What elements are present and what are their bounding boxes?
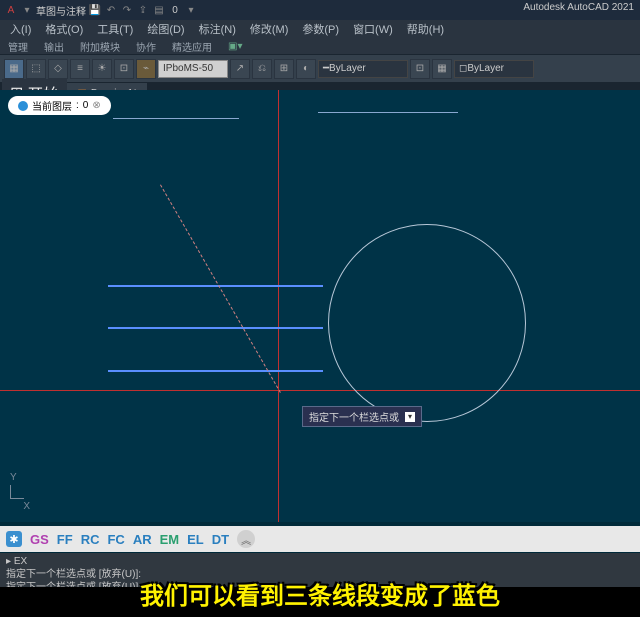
layer-pill[interactable]: 当前图层 : 0 ⊗ bbox=[8, 96, 111, 115]
menu-draw[interactable]: 绘图(D) bbox=[141, 20, 190, 38]
menu-params[interactable]: 参数(P) bbox=[296, 20, 345, 38]
app-icon[interactable]: A bbox=[4, 3, 18, 17]
menu-insert[interactable]: 入(I) bbox=[4, 20, 37, 38]
ribbon-icon-11[interactable]: ▦ bbox=[432, 59, 452, 79]
dynamic-input-tooltip: 指定下一个栏选点或 ▾ bbox=[302, 406, 422, 427]
tab-addons[interactable]: 附加模块 bbox=[76, 39, 124, 54]
linetype-combo[interactable]: IPboMS-50 bbox=[158, 60, 228, 78]
ucs-icon: Y X bbox=[10, 472, 30, 512]
layer-pill-label: 当前图层 bbox=[32, 98, 72, 113]
circle-entity bbox=[328, 224, 526, 422]
ribbon-icon-7[interactable]: ⎌ bbox=[252, 59, 272, 79]
qat-chevron-icon[interactable]: ▾ bbox=[184, 3, 198, 17]
tab-output[interactable]: 输出 bbox=[40, 39, 68, 54]
menu-tools[interactable]: 工具(T) bbox=[91, 20, 139, 38]
ribbon-icon-8[interactable]: ⊞ bbox=[274, 59, 294, 79]
layer-combo-value: ByLayer bbox=[329, 63, 366, 74]
ucs-y-label: Y bbox=[10, 472, 30, 483]
menu-bar: 入(I) 格式(O) 工具(T) 绘图(D) 标注(N) 修改(M) 参数(P)… bbox=[0, 20, 640, 38]
crosshair-vertical bbox=[278, 90, 279, 522]
menu-dimension[interactable]: 标注(N) bbox=[193, 20, 242, 38]
tab-featured[interactable]: 精选应用 bbox=[168, 39, 216, 54]
color-combo[interactable]: ◻ ByLayer bbox=[454, 60, 534, 78]
crosshair-horizontal bbox=[0, 390, 640, 391]
reference-line-top-right bbox=[318, 112, 458, 113]
layer-pill-value: 0 bbox=[83, 100, 89, 111]
history-prompt-icon: ▸ bbox=[6, 556, 11, 567]
layer-props-icon[interactable]: ▦ bbox=[4, 59, 24, 79]
ribbon-icon-10[interactable]: ⊡ bbox=[410, 59, 430, 79]
menu-window[interactable]: 窗口(W) bbox=[347, 20, 399, 38]
cmd-token-fc[interactable]: FC bbox=[107, 532, 124, 547]
selected-line-3 bbox=[108, 370, 323, 372]
title-bar: A ▾ 草图与注释 💾 ↶ ↷ ⇪ ▤ 0 ▾ Autodesk AutoCAD… bbox=[0, 0, 640, 20]
selected-line-1 bbox=[108, 285, 323, 287]
match-props-icon[interactable]: ⌁ bbox=[136, 59, 156, 79]
workspace-label[interactable]: 草图与注释 bbox=[36, 3, 86, 17]
tab-collab[interactable]: 协作 bbox=[132, 39, 160, 54]
ucs-x-label: X bbox=[10, 501, 30, 512]
ribbon-panel: ▦ ⬚ ◇ ≡ ☀ ⊡ ⌁ IPboMS-50 ↗ ⎌ ⊞ ◐ ━ ByLaye… bbox=[0, 54, 640, 82]
cmd-token-ff[interactable]: FF bbox=[57, 532, 73, 547]
ribbon-icon-3[interactable]: ≡ bbox=[70, 59, 90, 79]
qat-number: 0 bbox=[168, 3, 182, 17]
tab-manage[interactable]: 管理 bbox=[4, 39, 32, 54]
cmd-token-rc[interactable]: RC bbox=[81, 532, 100, 547]
cmd-token-gs[interactable]: GS bbox=[30, 532, 49, 547]
undo-icon[interactable]: ↶ bbox=[104, 3, 118, 17]
print-icon[interactable]: ▤ bbox=[152, 3, 166, 17]
menu-dropdown-icon[interactable]: ▾ bbox=[20, 3, 34, 17]
reference-line-top-left bbox=[113, 118, 239, 119]
menu-help[interactable]: 帮助(H) bbox=[401, 20, 450, 38]
cmd-token-el[interactable]: EL bbox=[187, 532, 204, 547]
video-subtitle: 我们可以看到三条线段变成了蓝色 bbox=[0, 576, 640, 611]
layer-pill-close-icon[interactable]: ⊗ bbox=[92, 100, 100, 111]
redo-icon[interactable]: ↷ bbox=[120, 3, 134, 17]
ribbon-icon-9[interactable]: ◐ bbox=[296, 59, 316, 79]
ribbon-icon-2[interactable]: ◇ bbox=[48, 59, 68, 79]
menu-modify[interactable]: 修改(M) bbox=[244, 20, 295, 38]
ribbon-icon-6[interactable]: ↗ bbox=[230, 59, 250, 79]
color-combo-value: ByLayer bbox=[467, 63, 504, 74]
cmd-token-dt[interactable]: DT bbox=[212, 532, 229, 547]
menu-format[interactable]: 格式(O) bbox=[39, 20, 89, 38]
app-title: Autodesk AutoCAD 2021 bbox=[523, 2, 634, 13]
cmd-token-ar[interactable]: AR bbox=[133, 532, 152, 547]
selected-line-2 bbox=[108, 327, 323, 329]
ribbon-icon-1[interactable]: ⬚ bbox=[26, 59, 46, 79]
history-line-0: EX bbox=[14, 556, 27, 567]
layer-combo[interactable]: ━ ByLayer bbox=[318, 60, 408, 78]
command-palette[interactable]: ✱ GS FF RC FC AR EM EL DT ︽ bbox=[0, 526, 640, 552]
share-icon[interactable]: ⇪ bbox=[136, 3, 150, 17]
tooltip-text: 指定下一个栏选点或 bbox=[309, 409, 399, 424]
tooltip-menu-icon[interactable]: ▾ bbox=[405, 412, 415, 422]
drawing-canvas[interactable]: 指定下一个栏选点或 ▾ Y X bbox=[0, 90, 640, 522]
layer-dot-icon bbox=[18, 101, 28, 111]
ribbon-icon-5[interactable]: ⊡ bbox=[114, 59, 134, 79]
tab-extra-icon[interactable]: ▣▾ bbox=[224, 41, 246, 52]
cmd-gear-icon[interactable]: ✱ bbox=[6, 531, 22, 547]
ribbon-icon-4[interactable]: ☀ bbox=[92, 59, 112, 79]
cmd-chevron-up-icon[interactable]: ︽ bbox=[237, 530, 255, 548]
save-icon[interactable]: 💾 bbox=[88, 3, 102, 17]
cmd-token-em[interactable]: EM bbox=[160, 532, 180, 547]
fence-rubber-line bbox=[160, 185, 281, 393]
ribbon-tabs: 管理 输出 附加模块 协作 精选应用 ▣▾ bbox=[0, 38, 640, 54]
